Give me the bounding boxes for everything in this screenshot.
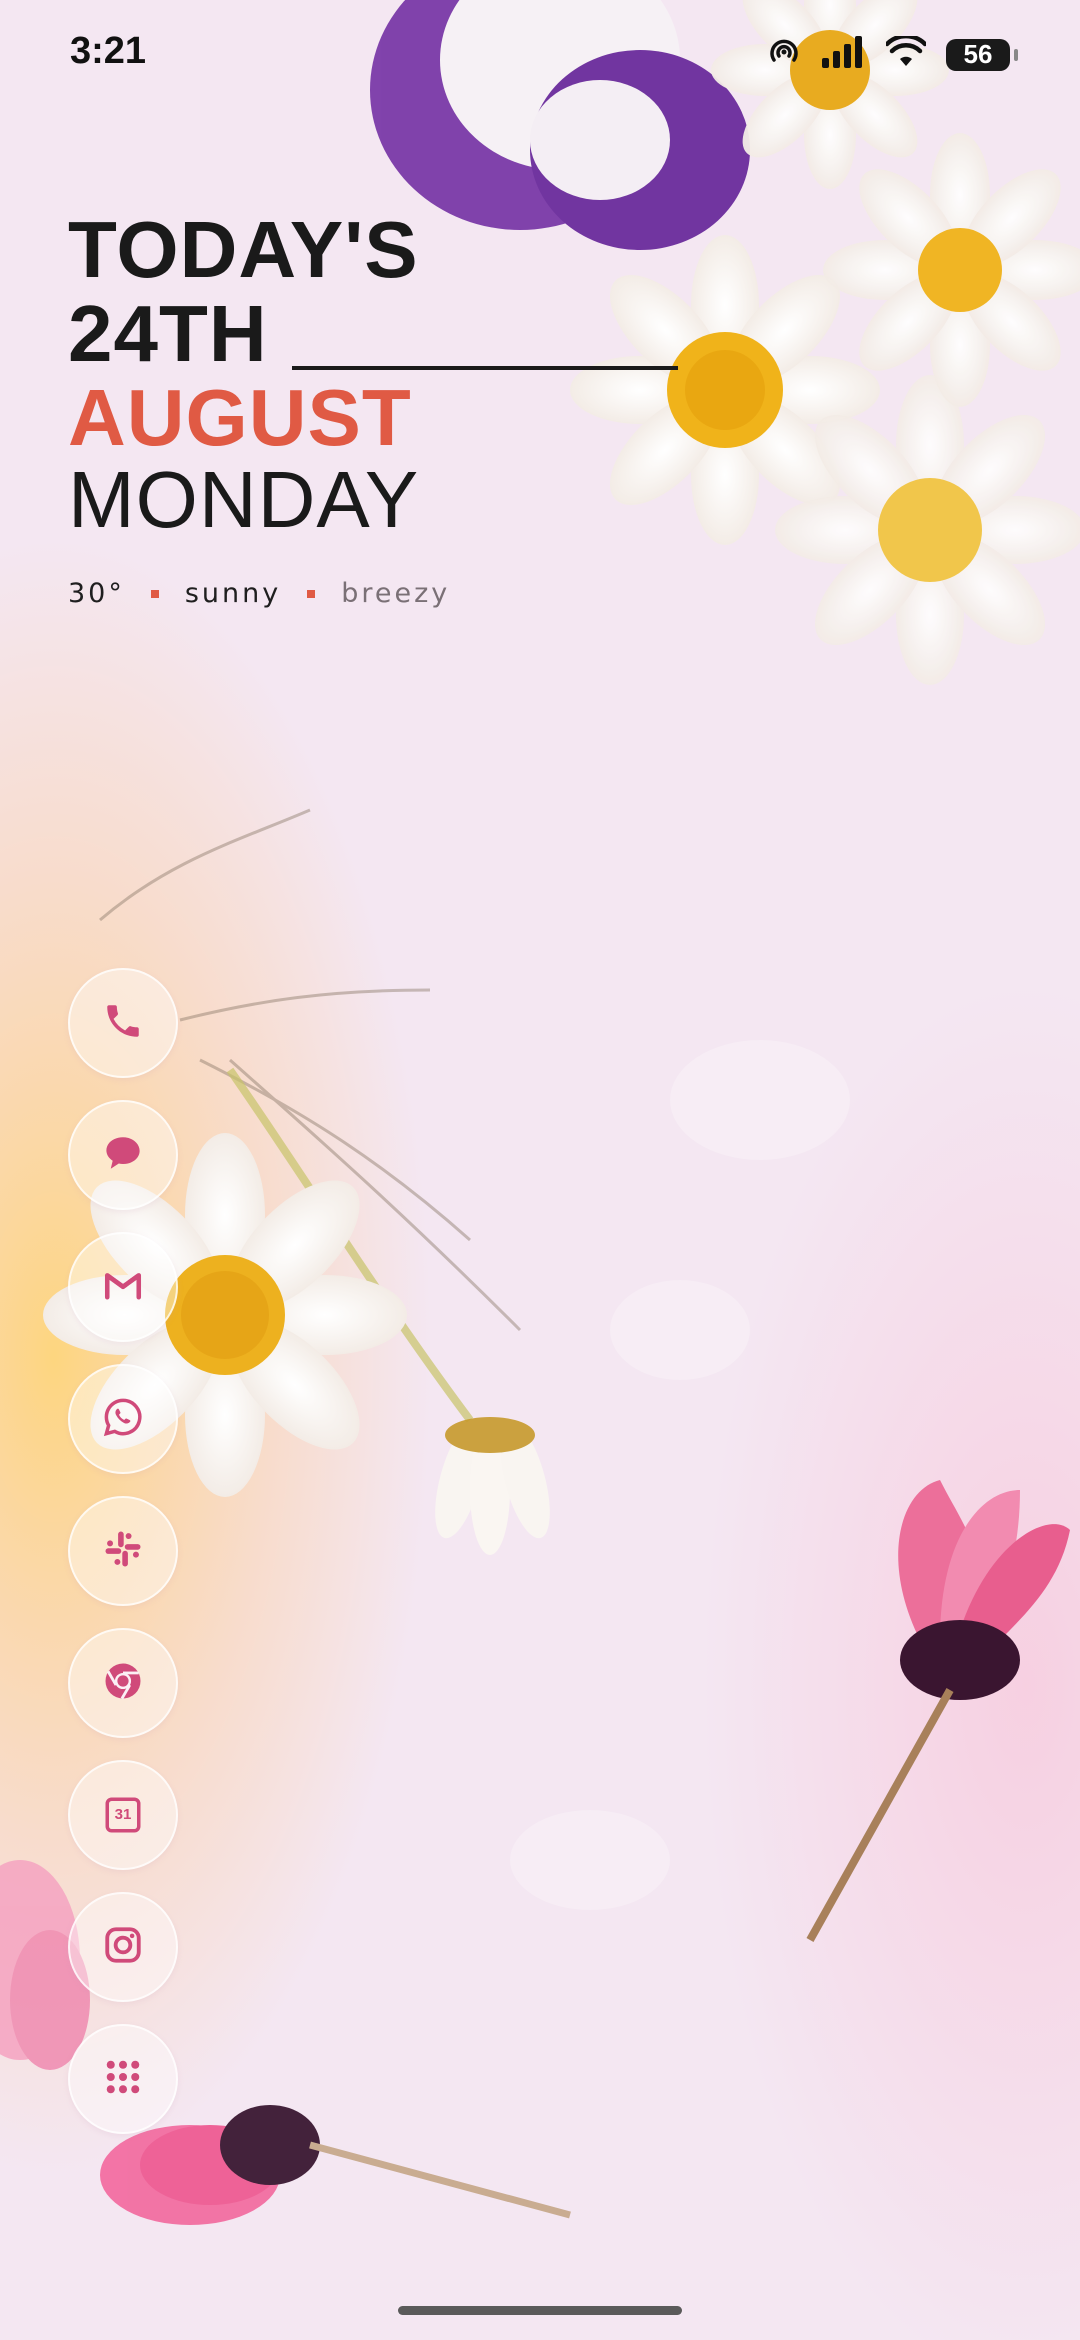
calendar-icon: 31	[102, 1794, 144, 1836]
chrome-icon	[102, 1660, 144, 1707]
separator-dot	[307, 589, 316, 598]
status-icons: 56	[766, 33, 1018, 75]
home-indicator[interactable]	[398, 2306, 682, 2315]
chat-bubble-icon	[102, 1132, 144, 1179]
calendar-date: 31	[114, 1806, 132, 1823]
hotspot-icon	[766, 34, 802, 75]
chrome-app-button[interactable]	[68, 1628, 178, 1738]
messages-app-button[interactable]	[68, 1100, 178, 1210]
whatsapp-icon	[102, 1396, 144, 1443]
instagram-icon	[102, 1924, 144, 1971]
day-row: 24TH	[68, 294, 678, 374]
battery-level: 56	[963, 39, 993, 69]
battery-icon: 56	[946, 38, 1018, 71]
app-drawer-button[interactable]	[68, 2024, 178, 2134]
instagram-app-button[interactable]	[68, 1892, 178, 2002]
weather-row: 30° sunny breezy	[68, 578, 678, 609]
day-number: 24TH	[68, 289, 268, 378]
clock: 3:21	[70, 30, 147, 72]
weather-condition: sunny	[184, 578, 282, 609]
separator-dot	[150, 589, 159, 598]
gmail-app-button[interactable]	[68, 1232, 178, 1342]
status-bar: 3:21 56	[0, 0, 1080, 110]
whatsapp-app-button[interactable]	[68, 1364, 178, 1474]
weekday-label: MONDAY	[68, 455, 420, 544]
slack-icon	[102, 1528, 144, 1575]
wind-condition: breezy	[341, 578, 451, 609]
app-dock: 31	[68, 968, 178, 2134]
gmail-icon	[102, 1264, 144, 1311]
divider-line	[291, 366, 678, 370]
slack-app-button[interactable]	[68, 1496, 178, 1606]
signal-icon	[822, 36, 866, 73]
phone-icon	[102, 1000, 144, 1047]
calendar-app-button[interactable]: 31	[68, 1760, 178, 1870]
date-widget[interactable]: TODAY'S 24TH AUGUST MONDAY 30° sunny bre…	[68, 210, 678, 609]
grid-icon	[102, 2056, 144, 2103]
phone-app-button[interactable]	[68, 968, 178, 1078]
today-label: TODAY'S	[68, 205, 419, 294]
month-label: AUGUST	[68, 373, 412, 462]
temperature: 30°	[68, 578, 125, 609]
wifi-icon	[884, 33, 928, 73]
